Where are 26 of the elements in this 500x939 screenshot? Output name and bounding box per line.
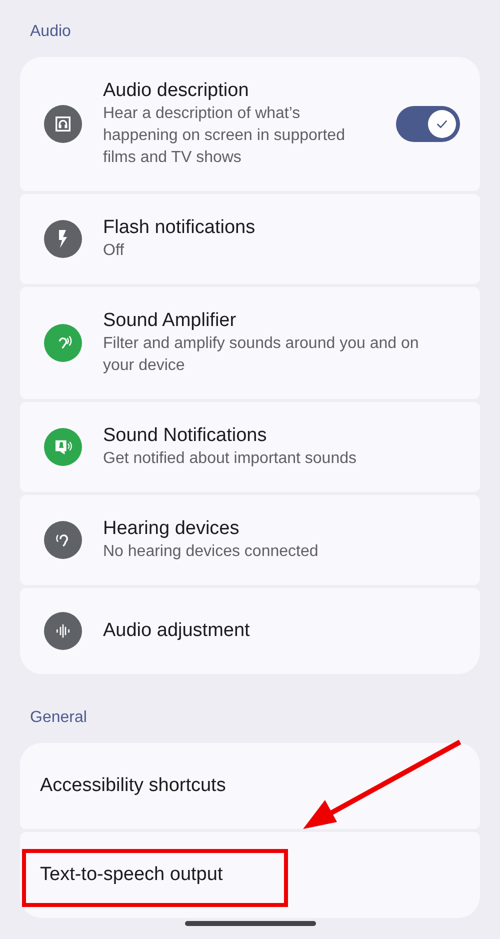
headphones-icon <box>53 114 73 134</box>
settings-item[interactable]: Sound Notifications Get notified about important sounds <box>20 402 480 492</box>
item-title: Flash notifications <box>103 216 256 240</box>
settings-item[interactable]: Accessibility shortcuts <box>20 743 480 829</box>
item-title: Sound Amplifier <box>103 309 238 333</box>
section-header: Audio <box>29 22 72 42</box>
item-subtitle: Get notified about important sounds <box>103 449 358 469</box>
settings-item[interactable]: Audio description Hear a description of what’s happening on screen in supported films and TV shows <box>20 57 480 191</box>
settings-item[interactable]: Hearing devices No hearing devices connected <box>20 495 480 585</box>
item-title: Sound Notifications <box>103 424 268 448</box>
toggle-switch[interactable] <box>396 106 460 142</box>
item-title: Hearing devices <box>103 517 240 541</box>
item-title: Accessibility shortcuts <box>40 774 227 798</box>
settings-item[interactable]: Audio adjustment <box>20 588 480 674</box>
item-subtitle: Off <box>103 241 126 261</box>
item-subtitle: No hearing devices connected <box>103 542 320 562</box>
settings-item[interactable]: Text-to-speech output <box>20 832 480 918</box>
section-header: General <box>29 708 88 728</box>
settings-item[interactable]: Flash notifications Off <box>20 194 480 284</box>
lightning-icon <box>58 230 68 248</box>
item-title: Audio description <box>103 79 250 103</box>
item-title: Text-to-speech output <box>40 863 224 887</box>
item-subtitle: Hear a description of what’s happening on screen in supported films and TV shows <box>103 104 346 168</box>
item-title: Audio adjustment <box>103 619 251 643</box>
item-subtitle: Filter and amplify sounds around you and on your device <box>103 334 420 376</box>
settings-item[interactable]: Sound Amplifier Filter and amplify sounds around you and on your device <box>20 287 480 399</box>
